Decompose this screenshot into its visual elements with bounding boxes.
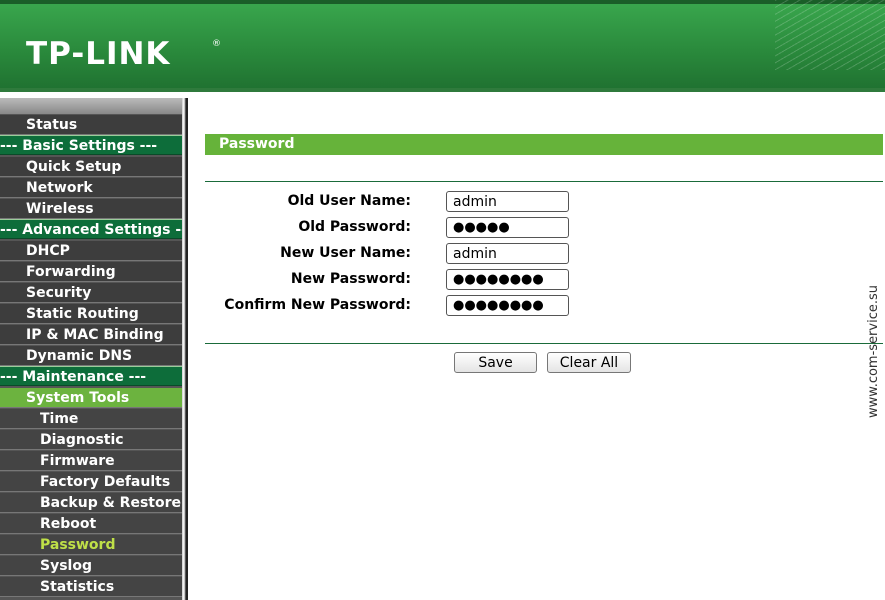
sidebar-section-basic-settings[interactable]: --- Basic Settings --- <box>0 135 182 155</box>
sidebar-subitem-backup-restore[interactable]: Backup & Restore <box>0 493 182 513</box>
header-decoration <box>775 0 885 70</box>
clear-all-button[interactable]: Clear All <box>547 352 631 373</box>
old-password-input[interactable] <box>446 217 569 238</box>
sidebar-section-maintenance[interactable]: --- Maintenance --- <box>0 366 182 386</box>
sidebar-item-dynamic-dns[interactable]: Dynamic DNS <box>0 346 182 366</box>
old-user-name-label: Old User Name: <box>287 193 411 209</box>
new-password-input[interactable] <box>446 269 569 290</box>
sidebar-item-system-tools[interactable]: System Tools <box>0 388 182 408</box>
sidebar-subitem-reboot[interactable]: Reboot <box>0 514 182 534</box>
sidebar-subitem-firmware[interactable]: Firmware <box>0 451 182 471</box>
sidebar-cap <box>0 98 182 114</box>
top-divider <box>205 181 883 182</box>
sidebar-subitem-time[interactable]: Time <box>0 409 182 429</box>
old-user-name-input[interactable] <box>446 191 569 212</box>
sidebar-subitem-password[interactable]: Password <box>0 535 182 555</box>
sidebar-item-network[interactable]: Network <box>0 178 182 198</box>
new-user-name-input[interactable] <box>446 243 569 264</box>
registered-mark: ® <box>212 39 221 49</box>
sidebar-subitem-factory-defaults[interactable]: Factory Defaults <box>0 472 182 492</box>
header-top-line <box>0 0 885 4</box>
sidebar-menu: Status --- Basic Settings --- Quick Setu… <box>0 98 182 600</box>
watermark-text: www.com-service.su <box>866 284 881 418</box>
sidebar-subitem-statistics[interactable]: Statistics <box>0 577 182 597</box>
save-button[interactable]: Save <box>454 352 537 373</box>
header-banner: TP-LINK ® <box>0 0 885 92</box>
sidebar-section-advanced-settings[interactable]: --- Advanced Settings --- <box>0 219 182 239</box>
sidebar-item-quick-setup[interactable]: Quick Setup <box>0 157 182 177</box>
new-user-name-label: New User Name: <box>280 245 411 261</box>
sidebar-item-static-routing[interactable]: Static Routing <box>0 304 182 324</box>
sidebar-item-security[interactable]: Security <box>0 283 182 303</box>
sidebar-item-dhcp[interactable]: DHCP <box>0 241 182 261</box>
sidebar-item-forwarding[interactable]: Forwarding <box>0 262 182 282</box>
sidebar-subitem-diagnostic[interactable]: Diagnostic <box>0 430 182 450</box>
sidebar-item-wireless[interactable]: Wireless <box>0 199 182 219</box>
sidebar-item-status[interactable]: Status <box>0 115 182 135</box>
new-password-label: New Password: <box>290 271 411 287</box>
old-password-label: Old Password: <box>298 219 411 235</box>
page-title-bar: Password <box>205 134 883 155</box>
bottom-divider <box>205 343 883 344</box>
confirm-new-password-input[interactable] <box>446 295 569 316</box>
sidebar-subitem-syslog[interactable]: Syslog <box>0 556 182 576</box>
main-content: Password Old User Name: Old Password: Ne… <box>186 98 885 600</box>
tp-link-logo: TP-LINK <box>26 36 171 72</box>
sidebar: Status --- Basic Settings --- Quick Setu… <box>0 98 186 600</box>
page-title: Password <box>219 136 295 152</box>
sidebar-item-ip-mac-binding[interactable]: IP & MAC Binding <box>0 325 182 345</box>
confirm-new-password-label: Confirm New Password: <box>224 297 411 313</box>
